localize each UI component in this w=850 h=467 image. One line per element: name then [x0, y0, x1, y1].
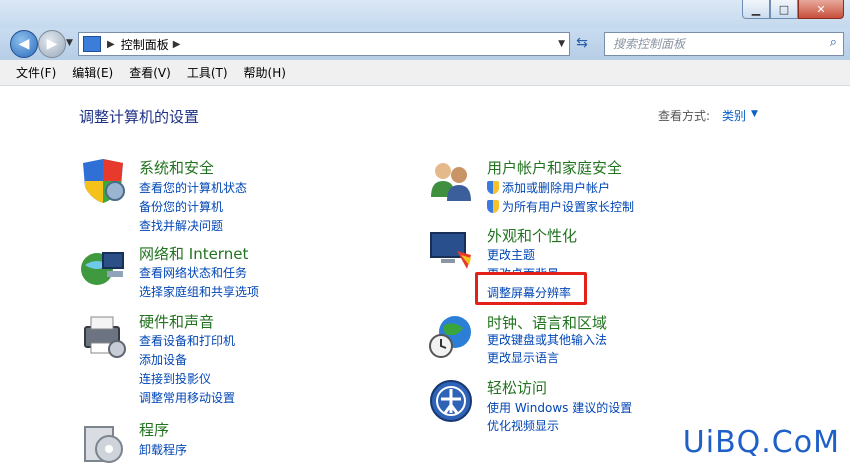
- uac-shield-icon: [487, 200, 499, 213]
- printer-icon: [84, 316, 126, 358]
- forward-button[interactable]: ▶: [38, 30, 66, 58]
- menu-tools[interactable]: 工具(T): [179, 64, 236, 81]
- view-by-label: 查看方式:: [658, 109, 711, 123]
- search-input[interactable]: [611, 36, 815, 52]
- category-clock-language-region: 时钟、语言和区域 更改键盘或其他输入法 更改显示语言: [427, 312, 727, 372]
- maximize-button[interactable]: □: [770, 0, 798, 19]
- menu-help[interactable]: 帮助(H): [236, 64, 294, 81]
- category-title[interactable]: 网络和 Internet: [139, 243, 248, 264]
- link-text[interactable]: 添加或删除用户帐户: [502, 181, 610, 195]
- menu-bar: 文件(F) 编辑(E) 查看(V) 工具(T) 帮助(H): [0, 60, 850, 86]
- uac-shield-icon: [487, 181, 499, 194]
- address-dropdown-icon[interactable]: ▼: [558, 39, 565, 49]
- category-link[interactable]: 查找并解决问题: [139, 217, 223, 234]
- menu-view[interactable]: 查看(V): [121, 64, 179, 81]
- link-text[interactable]: 为所有用户设置家长控制: [502, 200, 634, 214]
- category-link[interactable]: 更改键盘或其他输入法: [487, 331, 607, 348]
- category-title[interactable]: 系统和安全: [139, 157, 214, 178]
- category-link[interactable]: 查看网络状态和任务: [139, 264, 247, 281]
- arrow-right-icon: ▶: [46, 36, 58, 52]
- category-programs: 程序 卸载程序: [79, 419, 339, 464]
- recent-pages-dropdown[interactable]: ▼: [66, 38, 73, 48]
- content-area: 调整计算机的设置 查看方式: 类别 ▼ 系统和安全 查看您的计算机状态 备份您的…: [0, 86, 850, 466]
- category-title[interactable]: 硬件和声音: [139, 311, 214, 332]
- breadcrumb-control-panel[interactable]: 控制面板: [121, 36, 169, 53]
- category-link[interactable]: 优化视频显示: [487, 417, 559, 434]
- title-bar: ▁ □ ✕: [0, 0, 850, 28]
- address-bar[interactable]: ▶ 控制面板 ▶ ▼: [78, 32, 570, 56]
- minimize-button[interactable]: ▁: [742, 0, 770, 19]
- chevron-right-icon[interactable]: ▶: [173, 39, 181, 50]
- category-link[interactable]: 更改主题: [487, 246, 535, 263]
- category-link[interactable]: 使用 Windows 建议的设置: [487, 399, 632, 416]
- search-box[interactable]: ⌕: [604, 32, 844, 56]
- category-link[interactable]: 选择家庭组和共享选项: [139, 283, 259, 300]
- category-user-accounts: 用户帐户和家庭安全 添加或删除用户帐户 为所有用户设置家长控制: [427, 157, 727, 217]
- refresh-icon: ⇆: [576, 35, 588, 51]
- category-link[interactable]: 调整常用移动设置: [139, 389, 235, 406]
- monitor-palette-icon: [430, 232, 471, 269]
- refresh-button[interactable]: ⇆: [570, 32, 594, 54]
- window-controls: ▁ □ ✕: [742, 0, 844, 19]
- highlight-box: [475, 272, 587, 305]
- category-system-security: 系统和安全 查看您的计算机状态 备份您的计算机 查找并解决问题: [79, 157, 339, 237]
- category-title[interactable]: 时钟、语言和区域: [487, 312, 607, 333]
- globe-clock-icon: [429, 316, 471, 358]
- chevron-right-icon[interactable]: ▶: [107, 39, 115, 50]
- category-title[interactable]: 程序: [139, 419, 169, 440]
- globe-network-icon: [81, 252, 124, 285]
- arrow-left-icon: ◀: [18, 36, 30, 52]
- shield-icon: [83, 159, 125, 203]
- watermark-text: UiBQ.CoM: [682, 425, 840, 460]
- category-link[interactable]: 更改显示语言: [487, 349, 559, 366]
- category-link[interactable]: 查看您的计算机状态: [139, 179, 247, 196]
- category-link-with-shield[interactable]: 为所有用户设置家长控制: [487, 198, 634, 215]
- close-button[interactable]: ✕: [798, 0, 844, 19]
- category-link[interactable]: 查看设备和打印机: [139, 332, 235, 349]
- category-link-with-shield[interactable]: 添加或删除用户帐户: [487, 179, 610, 196]
- category-network-internet: 网络和 Internet 查看网络状态和任务 选择家庭组和共享选项: [79, 243, 339, 303]
- category-title[interactable]: 轻松访问: [487, 377, 547, 398]
- category-link[interactable]: 卸载程序: [139, 441, 187, 458]
- category-link[interactable]: 添加设备: [139, 351, 187, 368]
- view-by-value[interactable]: 类别: [722, 107, 746, 124]
- search-icon[interactable]: ⌕: [830, 35, 837, 50]
- category-link[interactable]: 备份您的计算机: [139, 198, 223, 215]
- menu-file[interactable]: 文件(F): [8, 64, 64, 81]
- page-title: 调整计算机的设置: [79, 108, 200, 126]
- back-button[interactable]: ◀: [10, 30, 38, 58]
- menu-edit[interactable]: 编辑(E): [64, 64, 121, 81]
- control-panel-icon: [83, 36, 101, 52]
- programs-icon: [84, 426, 123, 463]
- chevron-down-icon[interactable]: ▼: [751, 109, 758, 119]
- navigation-bar: ◀ ▶ ▼ ▶ 控制面板 ▶ ▼ ⇆ ⌕: [0, 28, 850, 60]
- users-icon: [431, 163, 471, 201]
- accessibility-icon: [430, 380, 472, 422]
- category-title[interactable]: 用户帐户和家庭安全: [487, 157, 622, 178]
- category-hardware-sound: 硬件和声音 查看设备和打印机 添加设备 连接到投影仪 调整常用移动设置: [79, 311, 339, 406]
- category-link[interactable]: 连接到投影仪: [139, 370, 211, 387]
- category-title[interactable]: 外观和个性化: [487, 225, 577, 246]
